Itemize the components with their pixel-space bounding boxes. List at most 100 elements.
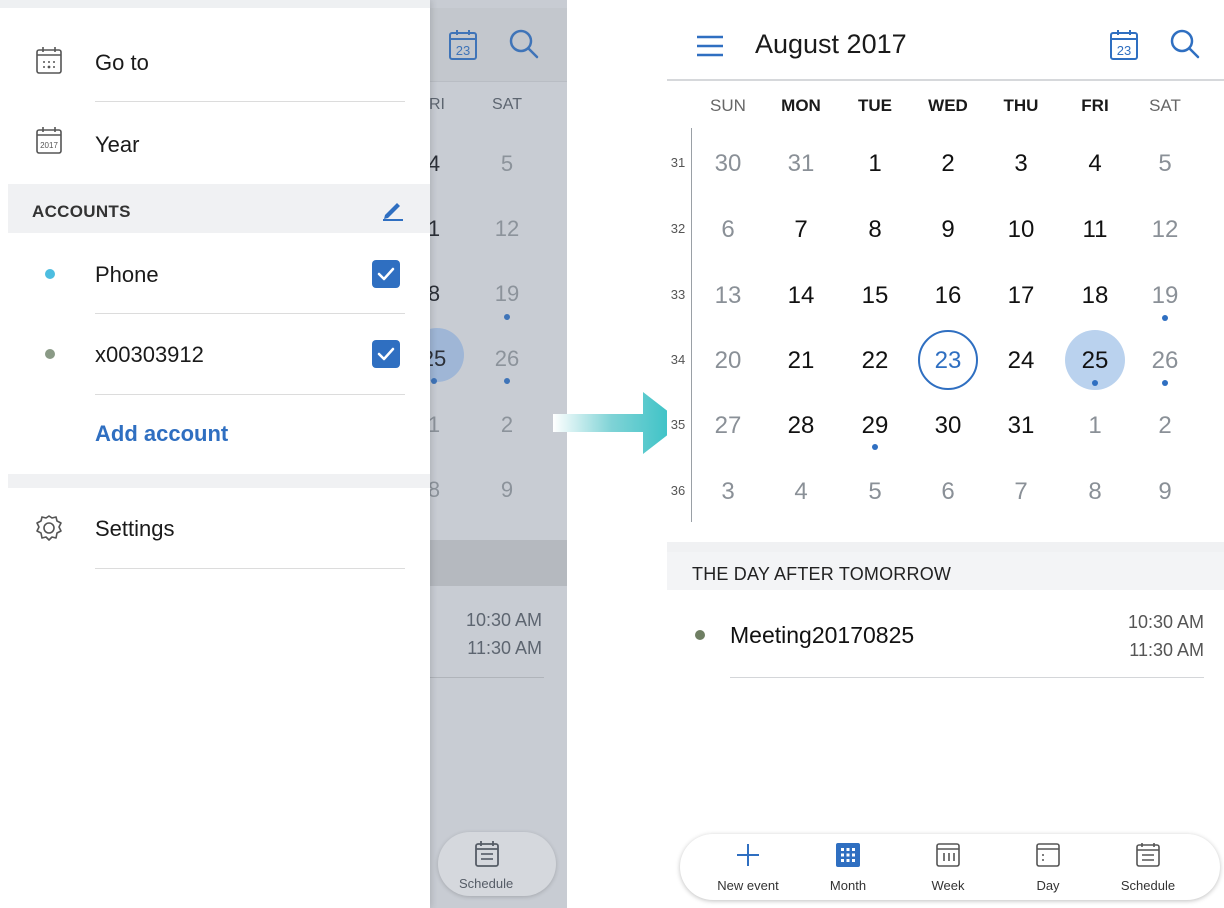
week-icon bbox=[936, 843, 960, 867]
add-account-link[interactable]: Add account bbox=[95, 421, 228, 447]
week-number: 35 bbox=[670, 417, 686, 432]
event-title: Meeting20170825 bbox=[730, 622, 915, 648]
transition-arrow-icon bbox=[553, 392, 683, 454]
week-number: 36 bbox=[670, 483, 686, 498]
day-cell[interactable]: 31 bbox=[771, 150, 831, 178]
day-cell[interactable]: 24 bbox=[991, 347, 1051, 375]
nav-day-button[interactable]: Day bbox=[998, 834, 1098, 900]
edit-pencil-icon[interactable] bbox=[380, 196, 406, 222]
settings-label: Settings bbox=[95, 516, 175, 541]
bg-event-dot bbox=[431, 378, 437, 384]
day-cell[interactable]: 30 bbox=[918, 412, 978, 440]
day-cell[interactable]: 11 bbox=[1065, 216, 1125, 244]
bg-event-start: 10:30 AM bbox=[465, 610, 542, 630]
day-cell[interactable]: 1 bbox=[845, 150, 905, 178]
drawer-divider bbox=[95, 101, 405, 102]
drawer-item-year[interactable]: 2017 Year bbox=[0, 104, 430, 184]
month-grid-icon bbox=[836, 843, 860, 867]
day-cell[interactable]: 28 bbox=[771, 412, 831, 440]
top-app-bar bbox=[667, 8, 1224, 81]
bg-header-sat: SAT bbox=[492, 96, 522, 113]
check-icon bbox=[377, 347, 395, 361]
day-cell[interactable]: 19 bbox=[1135, 282, 1195, 310]
check-icon bbox=[377, 267, 395, 281]
account-color-dot bbox=[45, 269, 55, 279]
day-cell[interactable]: 26 bbox=[1135, 347, 1195, 375]
schedule-icon bbox=[475, 841, 499, 867]
account-checkbox[interactable] bbox=[372, 260, 400, 288]
day-cell[interactable]: 3 bbox=[991, 150, 1051, 178]
day-cell[interactable]: 20 bbox=[698, 347, 758, 375]
day-cell[interactable]: 12 bbox=[1135, 216, 1195, 244]
day-cell[interactable]: 17 bbox=[991, 282, 1051, 310]
weekday-header-fri: FRI bbox=[1081, 96, 1109, 115]
hamburger-menu-icon[interactable] bbox=[695, 33, 725, 59]
nav-week-button[interactable]: Week bbox=[898, 834, 998, 900]
day-cell[interactable]: 9 bbox=[918, 216, 978, 244]
bg-day: 5 bbox=[500, 151, 514, 176]
search-icon[interactable] bbox=[1167, 26, 1203, 62]
event-start-time: 10:30 AM bbox=[1127, 612, 1204, 632]
day-cell[interactable]: 13 bbox=[698, 282, 758, 310]
year-calendar-icon: 2017 bbox=[36, 127, 62, 154]
day-cell[interactable]: 7 bbox=[991, 478, 1051, 506]
day-cell[interactable]: 5 bbox=[1135, 150, 1195, 178]
account-checkbox[interactable] bbox=[372, 340, 400, 368]
day-cell[interactable]: 10 bbox=[991, 216, 1051, 244]
day-cell[interactable]: 30 bbox=[698, 150, 758, 178]
day-cell[interactable]: 15 bbox=[845, 282, 905, 310]
bg-day: 2 bbox=[500, 412, 514, 437]
nav-schedule-button[interactable]: Schedule bbox=[1098, 834, 1198, 900]
day-cell[interactable]: 29 bbox=[845, 412, 905, 440]
day-cell[interactable]: 31 bbox=[991, 412, 1051, 440]
day-cell[interactable]: 4 bbox=[1065, 150, 1125, 178]
day-cell[interactable]: 8 bbox=[1065, 478, 1125, 506]
event-divider bbox=[730, 677, 1204, 678]
weekday-header-mon: MON bbox=[781, 96, 821, 115]
calendar-today-icon: 23 bbox=[449, 30, 477, 60]
calendar-today-icon[interactable]: 23 bbox=[1108, 28, 1140, 62]
day-cell[interactable]: 16 bbox=[918, 282, 978, 310]
account-name: Phone bbox=[95, 262, 159, 287]
drawer-item-settings[interactable]: Settings bbox=[0, 488, 430, 568]
bg-event-dot bbox=[504, 314, 510, 320]
day-cell[interactable]: 14 bbox=[771, 282, 831, 310]
bottom-nav-bar: New event Month Week Day Schedule bbox=[680, 834, 1220, 900]
nav-month-button[interactable]: Month bbox=[798, 834, 898, 900]
drawer-item-goto[interactable]: Go to bbox=[0, 22, 430, 102]
day-cell[interactable]: 2 bbox=[1135, 412, 1195, 440]
week-number: 32 bbox=[670, 221, 686, 236]
drawer-top-strip bbox=[0, 0, 430, 8]
day-cell[interactable]: 27 bbox=[698, 412, 758, 440]
day-cell[interactable]: 6 bbox=[918, 478, 978, 506]
bg-event-end: 11:30 AM bbox=[467, 638, 542, 658]
nav-label: Week bbox=[931, 878, 965, 893]
month-title[interactable]: August 2017 bbox=[755, 29, 907, 60]
bg-nav-schedule-label: Schedule bbox=[459, 876, 514, 891]
nav-label: Schedule bbox=[1120, 878, 1176, 893]
event-dot bbox=[1092, 380, 1098, 386]
day-cell[interactable]: 6 bbox=[698, 216, 758, 244]
day-cell-selected[interactable]: 25 bbox=[1065, 347, 1125, 375]
day-cell[interactable]: 2 bbox=[918, 150, 978, 178]
day-cell[interactable]: 5 bbox=[845, 478, 905, 506]
day-cell[interactable]: 18 bbox=[1065, 282, 1125, 310]
day-cell[interactable]: 1 bbox=[1065, 412, 1125, 440]
account-row-x00303912[interactable]: x00303912 bbox=[0, 314, 430, 394]
day-cell[interactable]: 21 bbox=[771, 347, 831, 375]
account-row-phone[interactable]: Phone bbox=[0, 234, 430, 314]
accounts-header: ACCOUNTS bbox=[32, 202, 131, 221]
year-label: Year bbox=[95, 132, 140, 157]
week-number: 34 bbox=[670, 352, 686, 367]
day-cell[interactable]: 22 bbox=[845, 347, 905, 375]
day-cell[interactable]: 3 bbox=[698, 478, 758, 506]
day-cell[interactable]: 4 bbox=[771, 478, 831, 506]
day-cell[interactable]: 9 bbox=[1135, 478, 1195, 506]
day-cell-today[interactable]: 23 bbox=[918, 347, 978, 375]
week-number-divider bbox=[691, 128, 692, 522]
nav-new-event-button[interactable]: New event bbox=[698, 834, 798, 900]
agenda-separator bbox=[667, 542, 1224, 552]
day-icon bbox=[1036, 843, 1060, 867]
day-cell[interactable]: 7 bbox=[771, 216, 831, 244]
day-cell[interactable]: 8 bbox=[845, 216, 905, 244]
